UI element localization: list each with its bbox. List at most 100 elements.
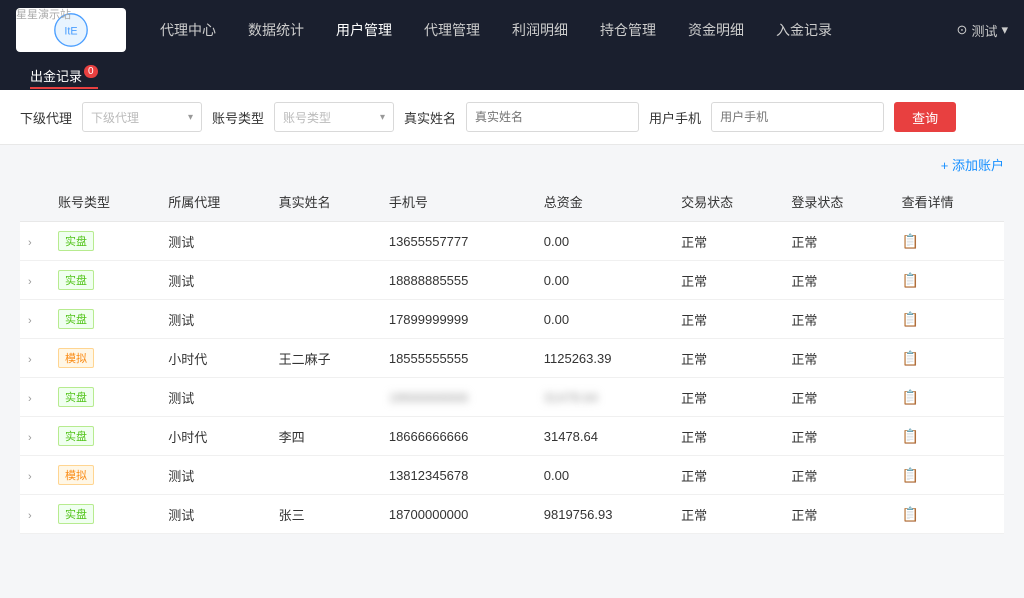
- detail-icon-0[interactable]: 📋: [902, 233, 919, 249]
- nav-item-profit-detail[interactable]: 利润明细: [498, 14, 582, 46]
- nav-item-funds-detail[interactable]: 资金明细: [674, 14, 758, 46]
- cell-trade-status-6: 正常: [673, 456, 783, 495]
- add-user-button[interactable]: + 添加账户: [941, 155, 1004, 174]
- main-content: 下级代理 下级代理 ▾ 账号类型 账号类型 ▾ 真实姓名 用户手机 查询 + 添…: [0, 90, 1024, 598]
- row-expand-6[interactable]: ›: [28, 471, 32, 483]
- table-row: ›实盘小时代李四1866666666631478.64正常正常📋: [20, 417, 1004, 456]
- cell-total-3: 1125263.39: [536, 339, 673, 378]
- cell-detail-0: 📋: [894, 222, 1004, 261]
- nav-item-user-management[interactable]: 用户管理: [322, 14, 406, 46]
- cell-phone-5: 18666666666: [381, 417, 536, 456]
- table-container: 账号类型 所属代理 真实姓名 手机号 总资金 交易状态 登录状态 查看详情 › 实…: [20, 182, 1004, 534]
- row-expand-5[interactable]: ›: [28, 432, 32, 444]
- phone-blurred-4: 18666666666: [389, 390, 469, 405]
- cell-login-status-0: 正常: [783, 222, 893, 261]
- cell-detail-4: 📋: [894, 378, 1004, 417]
- nav-item-agent-center[interactable]: 代理中心: [146, 14, 230, 46]
- site-title: 星星演示站: [16, 6, 71, 22]
- cell-agent-4: 测试: [160, 378, 270, 417]
- row-expand-0[interactable]: ›: [28, 237, 32, 249]
- user-menu[interactable]: ⊙ 测试 ▾: [957, 21, 1008, 40]
- row-expand-3[interactable]: ›: [28, 354, 32, 366]
- row-expand-1[interactable]: ›: [28, 276, 32, 288]
- withdraw-badge: 0: [84, 65, 98, 78]
- cell-phone-6: 13812345678: [381, 456, 536, 495]
- cell-total-7: 9819756.93: [536, 495, 673, 534]
- account-type-tag-5: 实盘: [58, 426, 94, 446]
- table-row: ›模拟测试138123456780.00正常正常📋: [20, 456, 1004, 495]
- cell-login-status-7: 正常: [783, 495, 893, 534]
- cell-phone-2: 17899999999: [381, 300, 536, 339]
- cell-trade-status-1: 正常: [673, 261, 783, 300]
- detail-icon-3[interactable]: 📋: [902, 350, 919, 366]
- real-name-input[interactable]: [466, 102, 639, 132]
- cell-real-name-5: 李四: [271, 417, 381, 456]
- user-icon: ⊙: [957, 22, 968, 38]
- col-total-funds: 总资金: [536, 182, 673, 222]
- cell-agent-5: 小时代: [160, 417, 270, 456]
- cell-agent-1: 测试: [160, 261, 270, 300]
- detail-icon-5[interactable]: 📋: [902, 428, 919, 444]
- cell-trade-status-0: 正常: [673, 222, 783, 261]
- cell-type-7: 实盘: [50, 495, 160, 534]
- cell-real-name-1: [271, 261, 381, 300]
- cell-agent-6: 测试: [160, 456, 270, 495]
- sub-agent-select[interactable]: 下级代理 ▾: [82, 102, 202, 132]
- cell-detail-5: 📋: [894, 417, 1004, 456]
- cell-type-3: 模拟: [50, 339, 160, 378]
- sub-agent-chevron: ▾: [188, 112, 193, 123]
- cell-type-2: 实盘: [50, 300, 160, 339]
- detail-icon-1[interactable]: 📋: [902, 272, 919, 288]
- phone-input[interactable]: [711, 102, 884, 132]
- row-expand-2[interactable]: ›: [28, 315, 32, 327]
- account-type-tag-7: 实盘: [58, 504, 94, 524]
- users-table: 账号类型 所属代理 真实姓名 手机号 总资金 交易状态 登录状态 查看详情 › 实…: [20, 182, 1004, 534]
- cell-login-status-2: 正常: [783, 300, 893, 339]
- cell-login-status-1: 正常: [783, 261, 893, 300]
- cell-detail-3: 📋: [894, 339, 1004, 378]
- total-blurred-4: 31478.64: [544, 390, 598, 405]
- col-account-type: 账号类型: [50, 182, 160, 222]
- cell-type-6: 模拟: [50, 456, 160, 495]
- account-type-tag-1: 实盘: [58, 270, 94, 290]
- col-phone: 手机号: [381, 182, 536, 222]
- cell-detail-6: 📋: [894, 456, 1004, 495]
- cell-total-5: 31478.64: [536, 417, 673, 456]
- table-row: ›实盘测试188888855550.00正常正常📋: [20, 261, 1004, 300]
- chevron-down-icon: ▾: [1001, 22, 1008, 38]
- cell-login-status-4: 正常: [783, 378, 893, 417]
- table-row: ›模拟小时代王二麻子185555555551125263.39正常正常📋: [20, 339, 1004, 378]
- account-type-tag-2: 实盘: [58, 309, 94, 329]
- nav-item-agent-management[interactable]: 代理管理: [410, 14, 494, 46]
- table-header-row: 账号类型 所属代理 真实姓名 手机号 总资金 交易状态 登录状态 查看详情: [20, 182, 1004, 222]
- col-real-name: 真实姓名: [271, 182, 381, 222]
- query-button[interactable]: 查询: [894, 102, 956, 132]
- detail-icon-2[interactable]: 📋: [902, 311, 919, 327]
- cell-total-2: 0.00: [536, 300, 673, 339]
- detail-icon-6[interactable]: 📋: [902, 467, 919, 483]
- detail-icon-4[interactable]: 📋: [902, 389, 919, 405]
- account-type-select[interactable]: 账号类型 ▾: [274, 102, 394, 132]
- cell-real-name-7: 张三: [271, 495, 381, 534]
- cell-login-status-6: 正常: [783, 456, 893, 495]
- account-type-tag-0: 实盘: [58, 231, 94, 251]
- filter-bar: 下级代理 下级代理 ▾ 账号类型 账号类型 ▾ 真实姓名 用户手机 查询: [0, 90, 1024, 145]
- real-name-label: 真实姓名: [404, 108, 456, 127]
- detail-icon-7[interactable]: 📋: [902, 506, 919, 522]
- header: ItE 代理中心 数据统计 用户管理 代理管理 利润明细 持仓管理 资金明细 入…: [0, 0, 1024, 90]
- nav-item-data-stats[interactable]: 数据统计: [234, 14, 318, 46]
- cell-trade-status-5: 正常: [673, 417, 783, 456]
- cell-phone-0: 13655557777: [381, 222, 536, 261]
- cell-real-name-0: [271, 222, 381, 261]
- nav-item-positions[interactable]: 持仓管理: [586, 14, 670, 46]
- nav-item-deposit-records[interactable]: 入金记录: [762, 14, 846, 46]
- cell-type-5: 实盘: [50, 417, 160, 456]
- table-actions: + 添加账户: [20, 155, 1004, 174]
- account-type-tag-3: 模拟: [58, 348, 94, 368]
- row-expand-4[interactable]: ›: [28, 393, 32, 405]
- row-expand-7[interactable]: ›: [28, 510, 32, 522]
- sub-nav-withdraw[interactable]: 出金记录0: [16, 66, 112, 85]
- cell-phone-4: 18666666666: [381, 378, 536, 417]
- col-agent: 所属代理: [160, 182, 270, 222]
- table-row: ›实盘测试1866666666631478.64正常正常📋: [20, 378, 1004, 417]
